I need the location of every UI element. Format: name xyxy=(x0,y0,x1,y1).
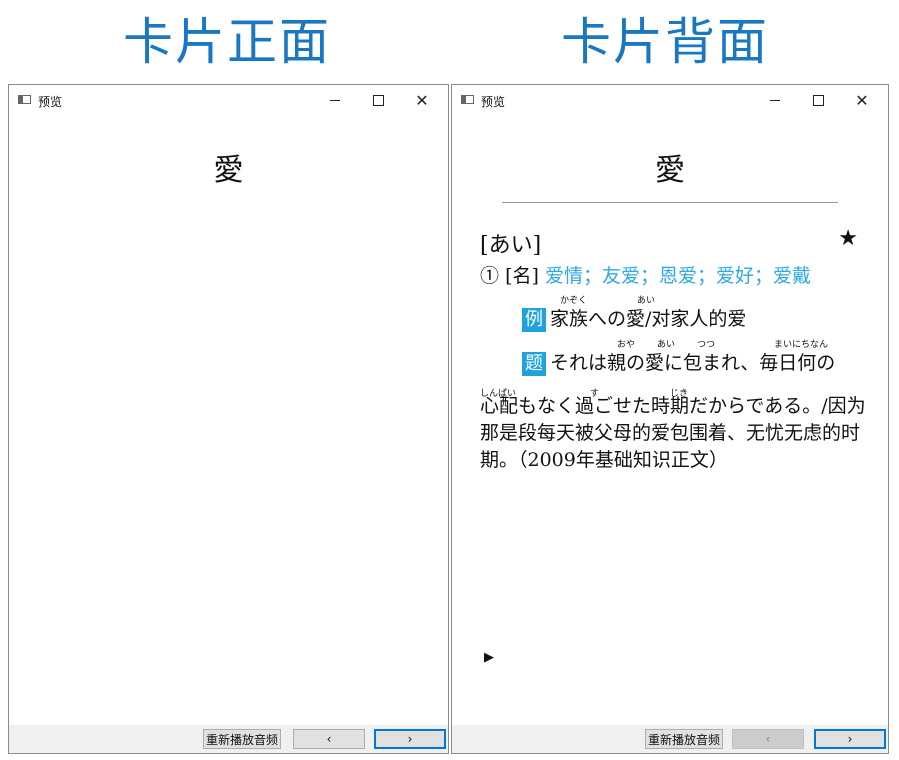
question-tag: 题 xyxy=(522,352,546,376)
example-1: かぞく あい 例家族への愛/对家人的爱 xyxy=(522,296,747,332)
card-word: 愛 xyxy=(655,153,685,188)
back-preview-window: 预览 ✕ 愛 [あい] ★ ① [名] 爱情；友爱；恩爱；爱好；爱戴 かぞく あ… xyxy=(451,84,889,754)
previous-button[interactable]: ‹ xyxy=(732,729,804,749)
bottom-toolbar: 重新播放音频 ‹ › xyxy=(452,725,888,753)
definition-line: ① [名] 爱情；友爱；恩爱；爱好；爱戴 xyxy=(480,261,811,288)
meanings: 爱情；友爱；恩爱；爱好；爱戴 xyxy=(544,265,811,287)
window-title: 预览 xyxy=(38,95,63,109)
replay-audio-button[interactable]: 重新播放音频 xyxy=(203,729,281,749)
furigana: す xyxy=(590,389,600,399)
example-text: 家族への愛/对家人的爱 xyxy=(550,308,747,330)
card-back-content: 愛 [あい] ★ ① [名] 爱情；友爱；恩爱；爱好；爱戴 かぞく あい 例家族… xyxy=(452,115,888,725)
titlebar: 预览 ✕ xyxy=(452,85,888,115)
furigana: あい xyxy=(637,296,656,306)
furigana: おや xyxy=(617,340,636,350)
window-icon xyxy=(18,95,31,104)
next-button[interactable]: › xyxy=(814,729,886,749)
window-title: 预览 xyxy=(481,95,506,109)
previous-button[interactable]: ‹ xyxy=(293,729,365,749)
titlebar: 预览 ✕ xyxy=(9,85,448,115)
divider xyxy=(502,202,838,203)
furigana: まいにちなん xyxy=(774,340,829,350)
maximize-button[interactable] xyxy=(808,90,828,110)
close-button[interactable]: ✕ xyxy=(412,90,432,110)
next-button[interactable]: › xyxy=(374,729,446,749)
furigana: しんぱい xyxy=(480,389,517,399)
definition-number: ① xyxy=(480,265,500,287)
front-preview-window: 预览 ✕ 愛 重新播放音频 ‹ › xyxy=(8,84,449,754)
furigana: あい xyxy=(657,340,676,350)
part-of-speech: [名] xyxy=(505,265,539,287)
maximize-icon xyxy=(372,94,384,106)
replay-audio-button[interactable]: 重新播放音频 xyxy=(645,729,723,749)
front-caption: 卡片正面 xyxy=(123,13,331,71)
minimize-button[interactable] xyxy=(765,90,785,110)
example-continuation: しんぱい す じき 心配もなく過ごせた時期だからである。/因为那是段每天被父母的… xyxy=(480,389,866,474)
furigana: つつ xyxy=(697,340,716,350)
back-caption: 卡片背面 xyxy=(561,13,769,71)
play-audio-icon[interactable]: ▶ xyxy=(484,650,494,665)
maximize-icon xyxy=(812,94,824,106)
minimize-icon xyxy=(330,99,340,101)
close-icon: ✕ xyxy=(415,90,429,110)
example-text: それは親の愛に包まれ、毎日何の xyxy=(550,352,836,374)
furigana: じき xyxy=(670,389,689,399)
example-2: おや あい つつ まいにちなん 题それは親の愛に包まれ、毎日何の xyxy=(522,340,836,376)
reading: [あい] xyxy=(480,233,542,258)
card-word: 愛 xyxy=(213,153,244,188)
close-button[interactable]: ✕ xyxy=(852,90,872,110)
window-icon xyxy=(461,95,474,104)
close-icon: ✕ xyxy=(855,90,869,110)
minimize-icon xyxy=(770,99,780,101)
maximize-button[interactable] xyxy=(368,90,388,110)
furigana: かぞく xyxy=(560,296,588,306)
card-front-content: 愛 xyxy=(9,115,448,725)
example-tag: 例 xyxy=(522,308,546,332)
minimize-button[interactable] xyxy=(325,90,345,110)
favorite-star-icon[interactable]: ★ xyxy=(838,226,858,251)
bottom-toolbar: 重新播放音频 ‹ › xyxy=(9,725,448,753)
